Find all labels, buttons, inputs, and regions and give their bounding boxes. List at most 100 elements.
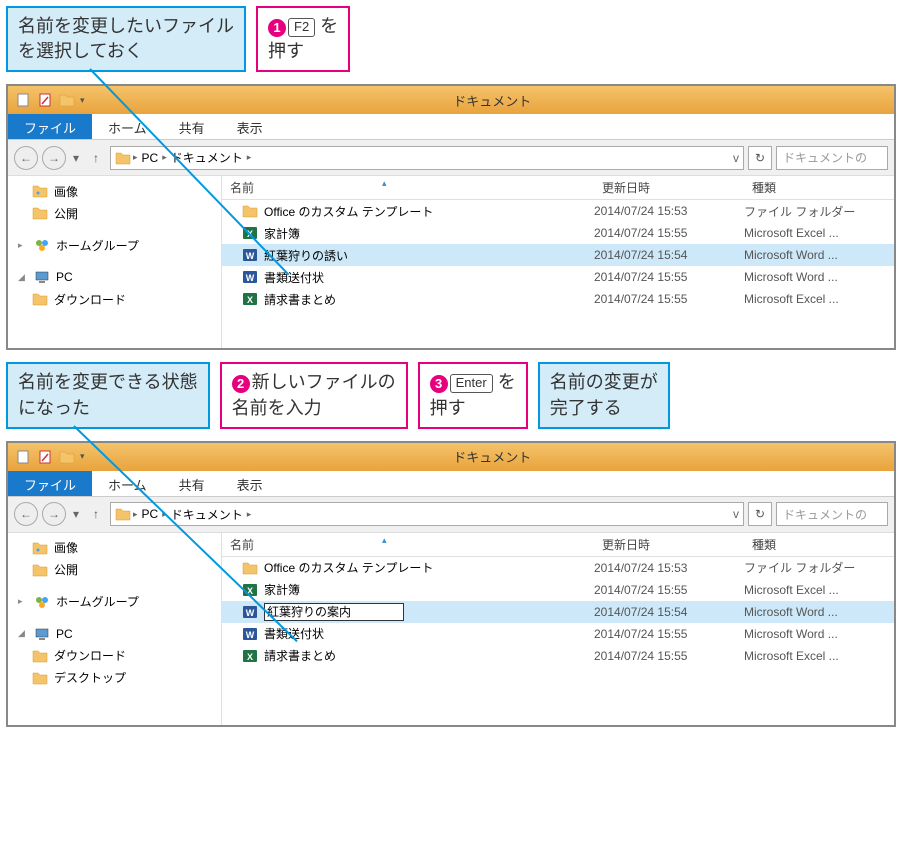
forward-button[interactable]: → <box>42 502 66 526</box>
ribbon-tabs: ファイル ホーム 共有 表示 <box>8 114 894 140</box>
folder-icon <box>115 506 131 522</box>
file-row[interactable]: 紅葉狩りの誘い2014/07/24 15:54Microsoft Word ..… <box>222 244 894 266</box>
file-type: Microsoft Word ... <box>744 270 894 284</box>
tree-item-public[interactable]: 公開 <box>8 202 221 224</box>
folder-icon <box>115 150 131 166</box>
tab-share[interactable]: 共有 <box>163 114 221 139</box>
callout-step1: 1F2 を 押す <box>256 6 350 72</box>
file-date: 2014/07/24 15:54 <box>594 605 744 619</box>
breadcrumb-bar[interactable]: ▸ PC ▸ ドキュメント ▸ v <box>110 146 744 170</box>
tab-file[interactable]: ファイル <box>8 114 92 139</box>
file-row[interactable]: 請求書まとめ2014/07/24 15:55Microsoft Excel ..… <box>222 645 894 667</box>
tree-item-downloads[interactable]: ダウンロード <box>8 645 221 667</box>
file-date: 2014/07/24 15:55 <box>594 583 744 597</box>
properties-icon[interactable] <box>36 91 54 109</box>
qat-dropdown-icon[interactable]: ▾ <box>80 95 85 106</box>
window-title: ドキュメント <box>91 447 894 466</box>
file-row[interactable]: 2014/07/24 15:54Microsoft Word ... <box>222 601 894 623</box>
file-date: 2014/07/24 15:55 <box>594 649 744 663</box>
tree-item-public[interactable]: 公開 <box>8 559 221 581</box>
column-name[interactable]: 名前 <box>222 536 594 553</box>
forward-button[interactable]: → <box>42 146 66 170</box>
file-name[interactable]: 家計簿 <box>264 225 594 242</box>
file-name[interactable]: 家計簿 <box>264 581 594 598</box>
properties-icon[interactable] <box>36 448 54 466</box>
column-type[interactable]: 種類 <box>744 536 894 553</box>
file-name[interactable]: 書類送付状 <box>264 269 594 286</box>
breadcrumb-bar[interactable]: ▸ PC ▸ ドキュメント ▸ v <box>110 502 744 526</box>
tree-item-images[interactable]: 画像 <box>8 180 221 202</box>
file-row[interactable]: 請求書まとめ2014/07/24 15:55Microsoft Excel ..… <box>222 288 894 310</box>
file-type: Microsoft Word ... <box>744 248 894 262</box>
history-dropdown-icon[interactable]: ▾ <box>70 148 82 168</box>
tab-view[interactable]: 表示 <box>221 114 279 139</box>
file-row[interactable]: Office のカスタム テンプレート2014/07/24 15:53ファイル … <box>222 557 894 579</box>
file-name[interactable]: 紅葉狩りの誘い <box>264 247 594 264</box>
qat-dropdown-icon[interactable]: ▾ <box>80 451 85 462</box>
search-input[interactable]: ドキュメントの <box>776 502 888 526</box>
file-name[interactable]: 請求書まとめ <box>264 647 594 664</box>
history-dropdown-icon[interactable]: ▾ <box>70 504 82 524</box>
tree-item-pc[interactable]: ◢PC <box>8 623 221 645</box>
tree-item-images[interactable]: 画像 <box>8 537 221 559</box>
breadcrumb-separator-icon[interactable]: ▸ <box>133 152 138 163</box>
address-dropdown-icon[interactable]: v <box>733 507 739 521</box>
breadcrumb-separator-icon[interactable]: ▸ <box>133 509 138 520</box>
breadcrumb-separator-icon[interactable]: ▸ <box>247 152 252 163</box>
file-name[interactable]: Office のカスタム テンプレート <box>264 203 594 220</box>
file-row[interactable]: 家計簿2014/07/24 15:55Microsoft Excel ... <box>222 579 894 601</box>
word-icon <box>242 626 258 642</box>
file-row[interactable]: 書類送付状2014/07/24 15:55Microsoft Word ... <box>222 623 894 645</box>
tree-item-pc[interactable]: ◢PC <box>8 266 221 288</box>
sort-indicator-icon: ▴ <box>382 178 387 189</box>
column-type[interactable]: 種類 <box>744 179 894 196</box>
search-input[interactable]: ドキュメントの <box>776 146 888 170</box>
nav-pane: 画像 公開 ▸ホームグループ ◢PC ダウンロード デスクトップ <box>8 533 222 725</box>
column-date[interactable]: 更新日時 <box>594 536 744 553</box>
file-name[interactable]: 書類送付状 <box>264 625 594 642</box>
column-name[interactable]: 名前 <box>222 179 594 196</box>
up-button[interactable]: ↑ <box>86 504 106 524</box>
tree-item-desktop[interactable]: デスクトップ <box>8 667 221 689</box>
new-folder-icon[interactable] <box>58 448 76 466</box>
tab-share[interactable]: 共有 <box>163 471 221 496</box>
file-row[interactable]: 家計簿2014/07/24 15:55Microsoft Excel ... <box>222 222 894 244</box>
file-row[interactable]: Office のカスタム テンプレート2014/07/24 15:53ファイル … <box>222 200 894 222</box>
address-bar: ← → ▾ ↑ ▸ PC ▸ ドキュメント ▸ v ↻ ドキュメントの <box>8 140 894 176</box>
file-name[interactable]: Office のカスタム テンプレート <box>264 559 594 576</box>
system-menu-icon[interactable] <box>14 91 32 109</box>
callout-done: 名前の変更が 完了する <box>538 362 670 428</box>
breadcrumb-pc[interactable]: PC <box>140 507 161 521</box>
breadcrumb-separator-icon[interactable]: ▸ <box>162 152 167 163</box>
breadcrumb-docs[interactable]: ドキュメント <box>169 506 245 523</box>
address-dropdown-icon[interactable]: v <box>733 151 739 165</box>
file-row[interactable]: 書類送付状2014/07/24 15:55Microsoft Word ... <box>222 266 894 288</box>
breadcrumb-pc[interactable]: PC <box>140 151 161 165</box>
tab-view[interactable]: 表示 <box>221 471 279 496</box>
callout-step2: 2新しいファイルの 名前を入力 <box>220 362 408 428</box>
tree-item-homegroup[interactable]: ▸ホームグループ <box>8 234 221 256</box>
file-name[interactable] <box>264 603 594 621</box>
step-number-3: 3 <box>430 375 448 393</box>
refresh-button[interactable]: ↻ <box>748 146 772 170</box>
tree-item-homegroup[interactable]: ▸ホームグループ <box>8 591 221 613</box>
word-icon <box>242 247 258 263</box>
file-date: 2014/07/24 15:55 <box>594 627 744 641</box>
back-button[interactable]: ← <box>14 502 38 526</box>
rename-input[interactable] <box>264 603 404 621</box>
step-number-1: 1 <box>268 19 286 37</box>
tab-file[interactable]: ファイル <box>8 471 92 496</box>
back-button[interactable]: ← <box>14 146 38 170</box>
file-type: Microsoft Word ... <box>744 627 894 641</box>
column-date[interactable]: 更新日時 <box>594 179 744 196</box>
file-name[interactable]: 請求書まとめ <box>264 291 594 308</box>
breadcrumb-separator-icon[interactable]: ▸ <box>247 509 252 520</box>
refresh-button[interactable]: ↻ <box>748 502 772 526</box>
tab-home[interactable]: ホーム <box>92 471 163 496</box>
system-menu-icon[interactable] <box>14 448 32 466</box>
new-folder-icon[interactable] <box>58 91 76 109</box>
key-f2: F2 <box>288 18 315 37</box>
address-bar: ← → ▾ ↑ ▸ PC ▸ ドキュメント ▸ v ↻ ドキュメントの <box>8 497 894 533</box>
tree-item-downloads[interactable]: ダウンロード <box>8 288 221 310</box>
up-button[interactable]: ↑ <box>86 148 106 168</box>
